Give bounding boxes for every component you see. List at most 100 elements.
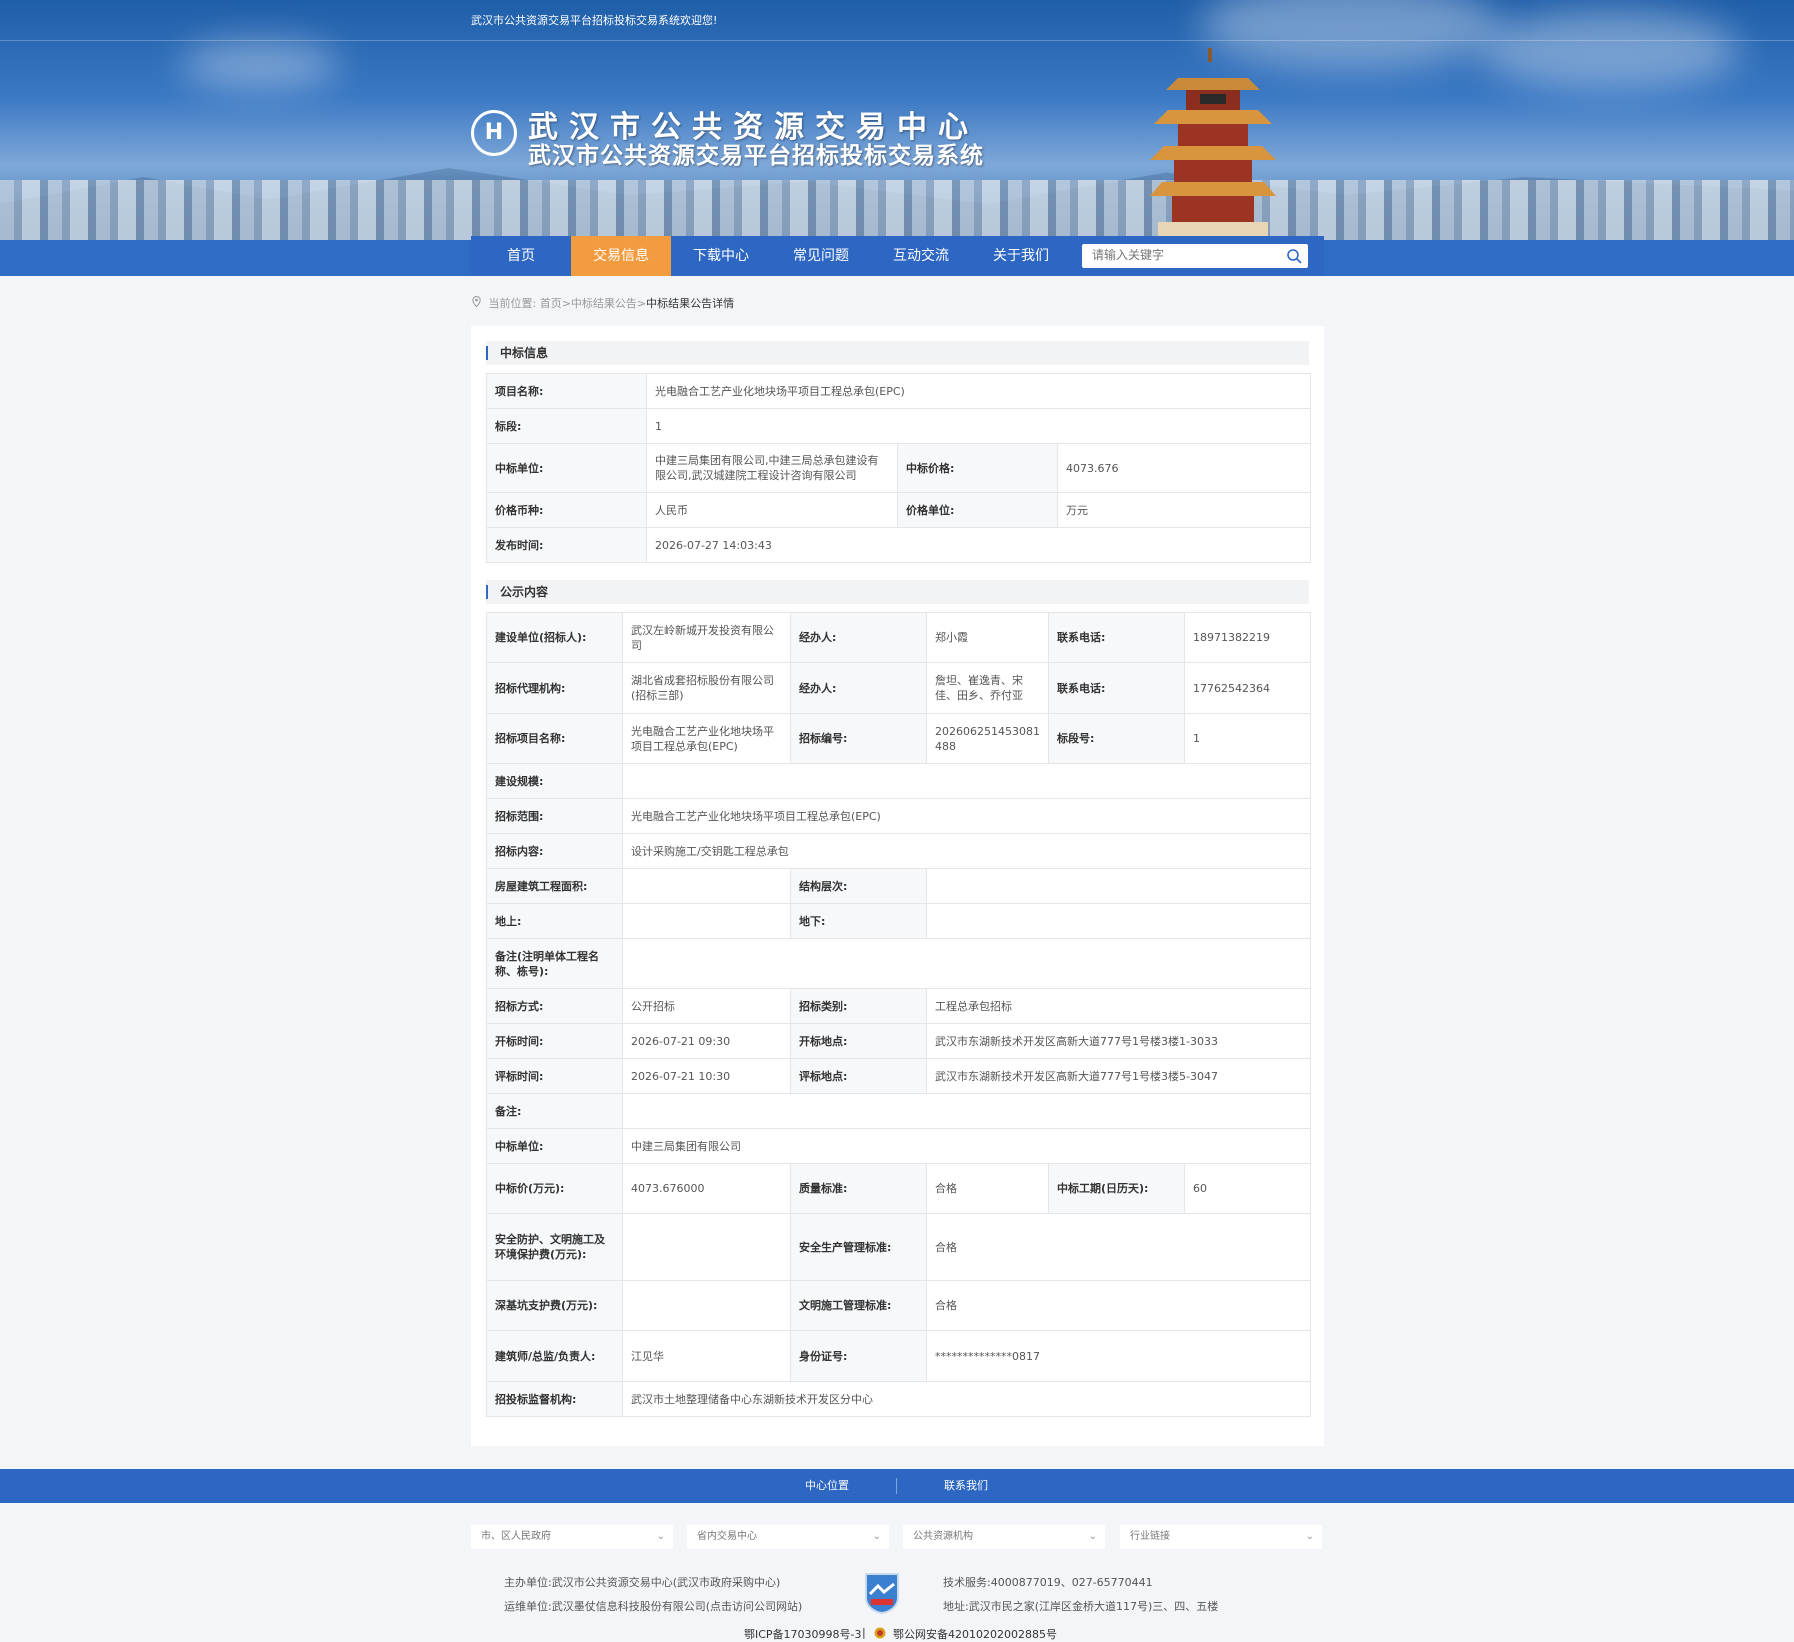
top-line xyxy=(0,0,1794,41)
cell-label: 地上: xyxy=(486,903,623,939)
select-label: 市、区人民政府 xyxy=(481,1531,551,1542)
table-row: 招标项目名称: 光电融合工艺产业化地块场平项目工程总承包(EPC) 招标编号: … xyxy=(486,713,1311,764)
footer-operator[interactable]: 运维单位:武汉墨仗信息科技股份有限公司(点击访问公司网站) xyxy=(504,1598,802,1614)
location-pin-icon xyxy=(472,296,481,307)
section-title-notice: 公示内容 xyxy=(486,580,1309,604)
cell-manager: 江见华 xyxy=(622,1330,791,1382)
government-badge-icon[interactable] xyxy=(864,1572,900,1614)
cell-label: 招标内容: xyxy=(486,833,623,869)
footer-address: 地址:武汉市民之家(江岸区金桥大道117号)三、四、五楼 xyxy=(943,1600,1219,1613)
select-label: 行业链接 xyxy=(1130,1531,1170,1542)
section-title-award: 中标信息 xyxy=(486,341,1309,365)
cell-label: 招标编号: xyxy=(790,713,927,764)
cell-scope: 光电融合工艺产业化地块场平项目工程总承包(EPC) xyxy=(622,798,1311,834)
footer-tech: 技术服务:4000877019、027-65770441 xyxy=(943,1576,1153,1589)
select-industry-links[interactable]: 行业链接 ⌄ xyxy=(1120,1525,1322,1549)
table-row: 发布时间: 2026-07-27 14:03:43 xyxy=(486,527,1311,563)
cell-period: 60 xyxy=(1184,1163,1311,1214)
footer-divider xyxy=(896,1478,897,1494)
cell-project-name: 光电融合工艺产业化地块场平项目工程总承包(EPC) xyxy=(646,373,1311,409)
cell-lot-no: 1 xyxy=(1184,713,1311,764)
nav-item-trade-info[interactable]: 交易信息 xyxy=(571,236,671,276)
chevron-down-icon: ⌄ xyxy=(872,1531,881,1542)
cell-method: 公开招标 xyxy=(622,988,791,1024)
cell-label: 质量标准: xyxy=(790,1163,927,1214)
cell-currency: 人民币 xyxy=(646,492,898,528)
city-skyline xyxy=(0,180,1794,240)
cell-label: 招标代理机构: xyxy=(486,662,623,714)
table-row: 中标价(万元): 4073.676000 质量标准: 合格 中标工期(日历天):… xyxy=(486,1163,1311,1214)
table-row: 价格币种: 人民币 价格单位: 万元 xyxy=(486,492,1311,528)
table-row: 备注(注明单体工程名称、栋号): xyxy=(486,938,1311,989)
nav-item-home[interactable]: 首页 xyxy=(471,236,571,276)
table-row: 中标单位: 中建三局集团有限公司 xyxy=(486,1128,1311,1164)
nav-item-faq[interactable]: 常见问题 xyxy=(771,236,871,276)
cell-label: 招标范围: xyxy=(486,798,623,834)
cell-win-price: 4073.676000 xyxy=(622,1163,791,1214)
cell-label: 经办人: xyxy=(790,662,927,714)
cell-label: 中标价格: xyxy=(897,443,1058,493)
cell-scale xyxy=(622,763,1311,799)
cell-label: 文明施工管理标准: xyxy=(790,1280,927,1331)
cell-label: 招标方式: xyxy=(486,988,623,1024)
footer-icp[interactable]: 鄂ICP备17030998号-3 xyxy=(744,1626,862,1642)
table-row: 招投标监督机构: 武汉市土地整理储备中心东湖新技术开发区分中心 xyxy=(486,1381,1311,1417)
cell-label: 标段号: xyxy=(1048,713,1185,764)
cell-label: 价格币种: xyxy=(486,492,647,528)
cell-id: **************0817 xyxy=(926,1330,1311,1382)
footer-link-location[interactable]: 中心位置 xyxy=(805,1469,849,1503)
footer-police-record[interactable]: 鄂公网安备42010202002885号 xyxy=(893,1626,1057,1642)
cell-label: 结构层次: xyxy=(790,868,927,904)
table-row: 标段: 1 xyxy=(486,408,1311,444)
cell-label: 标段: xyxy=(486,408,647,444)
select-label: 省内交易中心 xyxy=(697,1531,757,1542)
breadcrumb-prefix: 当前位置: xyxy=(488,297,537,310)
cell-remark xyxy=(622,1093,1311,1129)
cell-label: 开标时间: xyxy=(486,1023,623,1059)
cell-label: 招标项目名称: xyxy=(486,713,623,764)
cell-quality: 合格 xyxy=(926,1163,1049,1214)
cell-label: 建筑师/总监/负责人: xyxy=(486,1330,623,1382)
search-box xyxy=(1082,244,1308,268)
cell-remark-unit xyxy=(622,938,1311,989)
table-row: 开标时间: 2026-07-21 09:30 开标地点: 武汉市东湖新技术开发区… xyxy=(486,1023,1311,1059)
cell-label: 评标时间: xyxy=(486,1058,623,1094)
cell-label: 评标地点: xyxy=(790,1058,927,1094)
cell-label: 价格单位: xyxy=(897,492,1058,528)
cell-label: 身份证号: xyxy=(790,1330,927,1382)
search-input[interactable] xyxy=(1082,244,1292,266)
notice-table: 建设单位(招标人): 武汉左岭新城开发投资有限公司 经办人: 郑小霞 联系电话:… xyxy=(486,612,1311,1417)
footer-link-contact[interactable]: 联系我们 xyxy=(944,1469,988,1503)
cell-open-place: 武汉市东湖新技术开发区高新大道777号1号楼3楼1-3033 xyxy=(926,1023,1311,1059)
table-row: 安全防护、文明施工及环境保护费(万元): 安全生产管理标准: 合格 xyxy=(486,1213,1311,1281)
breadcrumb-current: 中标结果公告详情 xyxy=(646,297,735,310)
table-row: 项目名称: 光电融合工艺产业化地块场平项目工程总承包(EPC) xyxy=(486,373,1311,409)
select-label: 公共资源机构 xyxy=(913,1531,973,1542)
cell-label: 联系电话: xyxy=(1048,612,1185,663)
search-icon[interactable] xyxy=(1286,248,1302,264)
footer-host: 主办单位:武汉市公共资源交易中心(武汉市政府采购中心) xyxy=(504,1576,781,1589)
table-row: 招标代理机构: 湖北省成套招标股份有限公司(招标三部) 经办人: 詹坦、崔逸青、… xyxy=(486,662,1311,714)
cloud-decoration xyxy=(180,40,340,90)
nav-item-download[interactable]: 下载中心 xyxy=(671,236,771,276)
cell-owner-handler: 郑小霞 xyxy=(926,612,1049,663)
cell-publish-time: 2026-07-27 14:03:43 xyxy=(646,527,1311,563)
breadcrumb-links[interactable]: 首页>中标结果公告> xyxy=(540,297,646,310)
cell-label: 开标地点: xyxy=(790,1023,927,1059)
cell-label: 发布时间: xyxy=(486,527,647,563)
table-row: 备注: xyxy=(486,1093,1311,1129)
nav-item-interaction[interactable]: 互动交流 xyxy=(871,236,971,276)
select-district-gov[interactable]: 市、区人民政府 ⌄ xyxy=(471,1525,673,1549)
table-row: 房屋建筑工程面积: 结构层次: xyxy=(486,868,1311,904)
select-province-center[interactable]: 省内交易中心 ⌄ xyxy=(687,1525,889,1549)
table-row: 中标单位: 中建三局集团有限公司,中建三局总承包建设有限公司,武汉城建院工程设计… xyxy=(486,443,1311,493)
logo-icon[interactable]: H xyxy=(471,110,517,156)
cell-owner: 武汉左岭新城开发投资有限公司 xyxy=(622,612,791,663)
cell-label: 联系电话: xyxy=(1048,662,1185,714)
select-public-resource[interactable]: 公共资源机构 ⌄ xyxy=(903,1525,1105,1549)
nav-item-about[interactable]: 关于我们 xyxy=(971,236,1071,276)
cell-civil-std: 合格 xyxy=(926,1280,1311,1331)
cell-label: 中标单位: xyxy=(486,443,647,493)
chevron-down-icon: ⌄ xyxy=(656,1531,665,1542)
table-row: 地上: 地下: xyxy=(486,903,1311,939)
